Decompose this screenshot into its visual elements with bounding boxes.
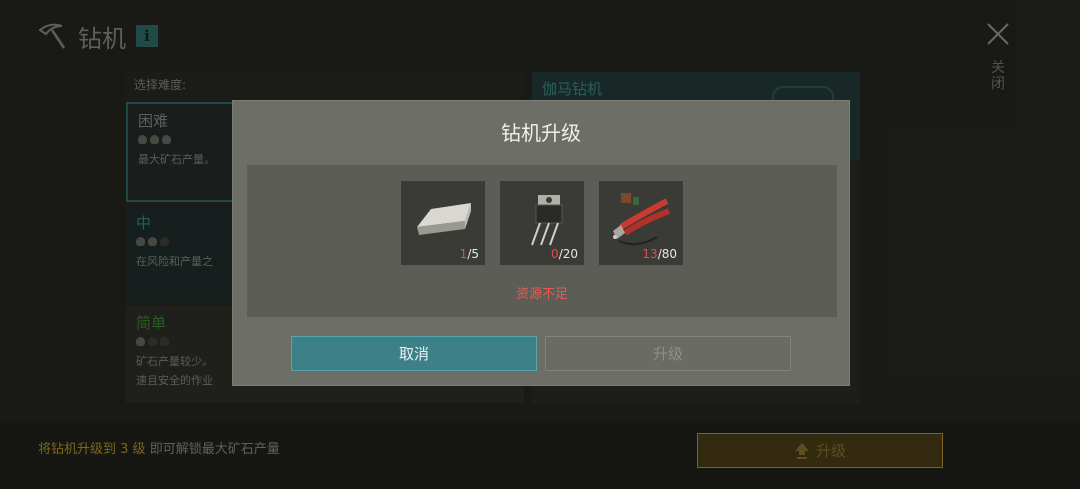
metal-ingot-icon [417,203,471,235]
upgrade-button[interactable]: 升级 [545,336,791,371]
resource-slot[interactable]: 13/80 [599,181,683,265]
cancel-button[interactable]: 取消 [291,336,537,371]
upgrade-dialog: 钻机升级 1/5 0/20 13/80 资源不足 取消 升级 [232,100,850,386]
resource-count: 0/20 [551,247,578,261]
resource-count: 1/5 [459,247,479,261]
insufficient-resources-text: 资源不足 [515,287,568,302]
transistor-icon [531,195,563,246]
pliers-parts-icon [613,193,671,246]
resource-slot[interactable]: 0/20 [500,181,584,265]
resource-count: 13/80 [642,247,677,261]
resource-slot[interactable]: 1/5 [401,181,485,265]
resource-list: 1/5 0/20 13/80 [401,181,683,265]
resource-panel: 1/5 0/20 13/80 资源不足 [247,165,837,317]
dialog-title: 钻机升级 [501,121,581,145]
